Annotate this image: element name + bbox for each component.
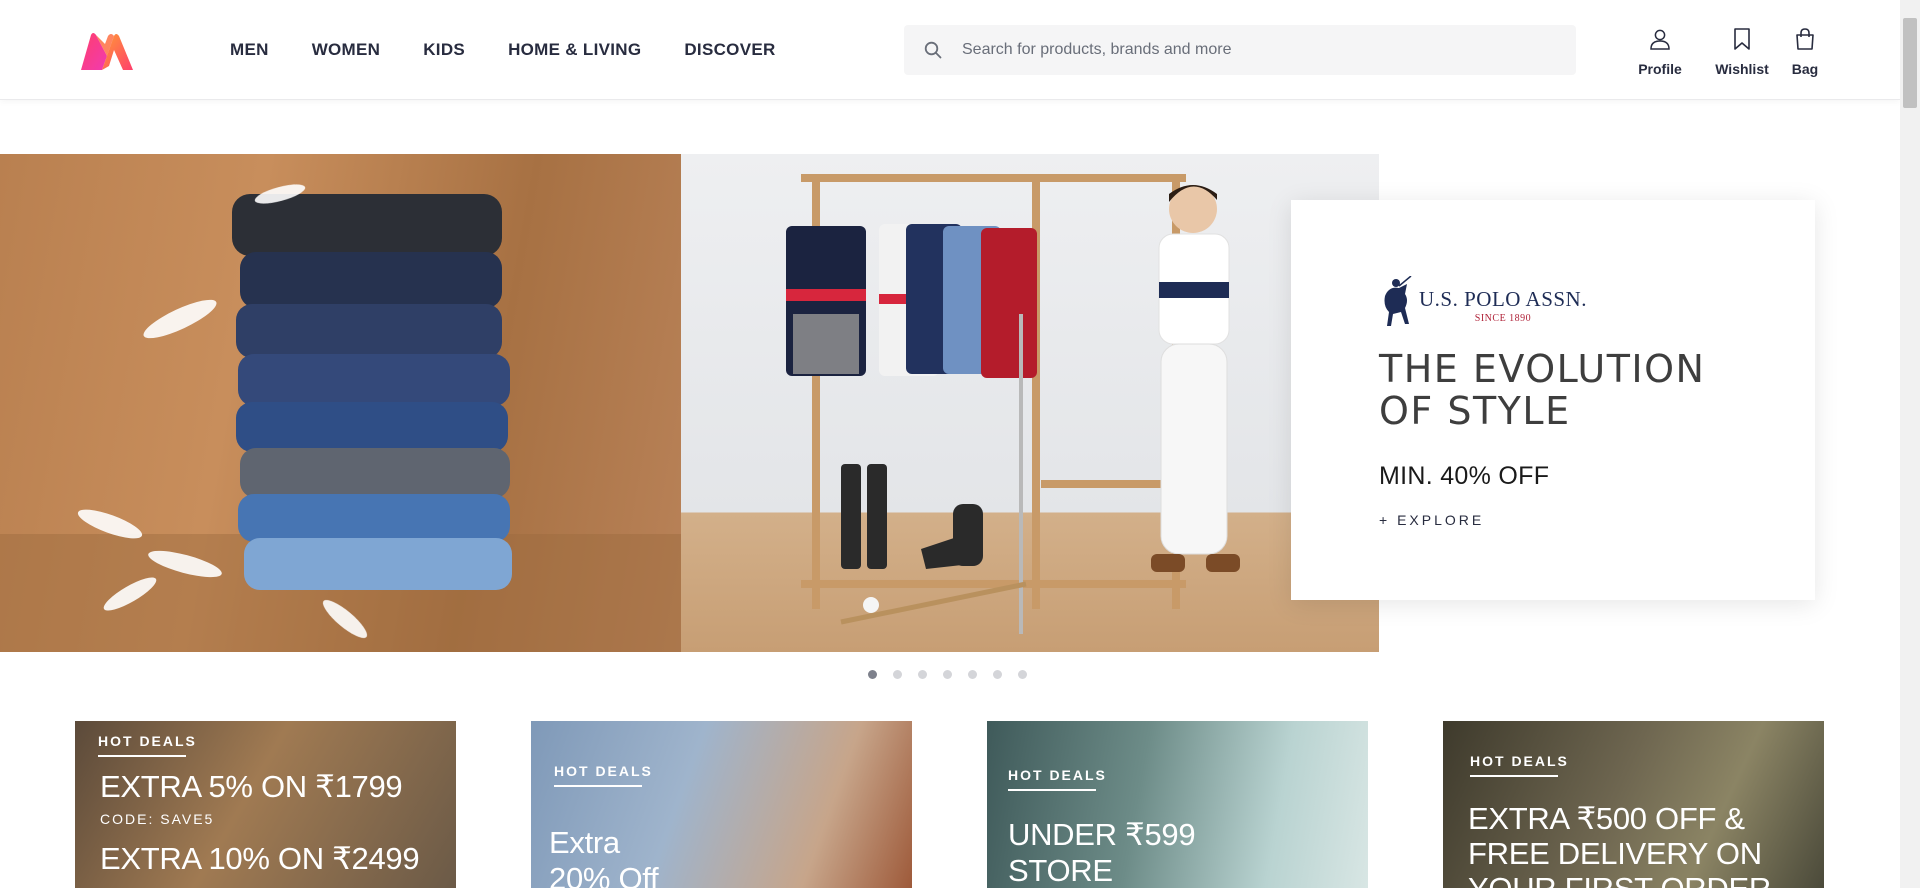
- user-icon: [1649, 28, 1671, 55]
- bag-icon: [1794, 28, 1816, 55]
- carousel-dot[interactable]: [993, 670, 1002, 679]
- scrollbar-thumb[interactable]: [1903, 18, 1917, 108]
- carousel-dot[interactable]: [918, 670, 927, 679]
- brand-lockup: U.S. POLO ASSN. SINCE 1890: [1379, 275, 1587, 335]
- carousel-dot[interactable]: [868, 670, 877, 679]
- model-rack-image: [681, 154, 1379, 652]
- carousel-dots: [868, 670, 1043, 679]
- nav-men[interactable]: MEN: [230, 40, 269, 60]
- deal-line: EXTRA ₹500 OFF &: [1468, 801, 1745, 836]
- wishlist-label: Wishlist: [1715, 61, 1769, 77]
- profile-label: Profile: [1638, 61, 1682, 77]
- header-actions: Profile Wishlist Bag: [1630, 28, 1825, 77]
- deal-card[interactable]: HOT DEALS Extra 20% Off: [531, 721, 912, 888]
- carousel-dot[interactable]: [968, 670, 977, 679]
- deal-line: UNDER ₹599: [1008, 817, 1196, 852]
- hero-banner[interactable]: U.S. POLO ASSN. SINCE 1890 THE EVOLUTION…: [0, 154, 1900, 652]
- deal-card[interactable]: HOT DEALS UNDER ₹599 STORE: [987, 721, 1368, 888]
- brand-name: U.S. POLO ASSN.: [1419, 287, 1587, 311]
- page-scrollbar[interactable]: [1900, 0, 1920, 888]
- bookmark-icon: [1733, 28, 1751, 55]
- brand-since: SINCE 1890: [1474, 313, 1532, 324]
- search-bar: [904, 25, 1576, 75]
- deal-tag: HOT DEALS: [1008, 767, 1107, 791]
- promo-offer: MIN. 40% OFF: [1379, 462, 1550, 490]
- promo-title-line2: OF STYLE: [1379, 389, 1571, 433]
- carousel-dot[interactable]: [893, 670, 902, 679]
- deal-line: YOUR FIRST ORDER: [1468, 871, 1771, 888]
- deal-line: Extra: [549, 825, 620, 860]
- deal-tag: HOT DEALS: [98, 733, 197, 757]
- hot-deals-row: HOT DEALS EXTRA 5% ON ₹1799 CODE: SAVE5 …: [75, 721, 1825, 888]
- search-icon[interactable]: [904, 25, 962, 75]
- deal-line: EXTRA 10% ON ₹2499: [100, 841, 420, 876]
- promo-title-line1: THE EVOLUTION: [1379, 347, 1706, 391]
- explore-link[interactable]: + EXPLORE: [1379, 512, 1484, 528]
- promo-title: THE EVOLUTION OF STYLE: [1379, 348, 1705, 432]
- deal-line: STORE: [1008, 853, 1113, 888]
- site-header: MEN WOMEN KIDS HOME & LIVING DISCOVER Pr…: [0, 0, 1900, 100]
- nav-home-living[interactable]: HOME & LIVING: [508, 40, 641, 60]
- brand-text: U.S. POLO ASSN. SINCE 1890: [1419, 287, 1587, 324]
- deal-line: EXTRA 5% ON ₹1799: [100, 769, 403, 804]
- myntra-logo-icon[interactable]: [78, 30, 136, 74]
- polo-horse-icon: [1379, 275, 1413, 335]
- jeans-stack-image: [0, 154, 681, 652]
- nav-discover[interactable]: DISCOVER: [684, 40, 775, 60]
- deal-card[interactable]: HOT DEALS EXTRA 5% ON ₹1799 CODE: SAVE5 …: [75, 721, 456, 888]
- wishlist-button[interactable]: Wishlist: [1709, 28, 1775, 77]
- deal-card[interactable]: HOT DEALS EXTRA ₹500 OFF & FREE DELIVERY…: [1443, 721, 1824, 888]
- deal-line: 20% Off: [549, 861, 659, 888]
- deal-tag: HOT DEALS: [1470, 753, 1569, 777]
- carousel-dot[interactable]: [1018, 670, 1027, 679]
- nav-women[interactable]: WOMEN: [312, 40, 381, 60]
- carousel-dot[interactable]: [943, 670, 952, 679]
- bag-label: Bag: [1791, 61, 1819, 77]
- search-input[interactable]: [962, 25, 1576, 75]
- deal-tag: HOT DEALS: [554, 763, 653, 787]
- deal-code: CODE: SAVE5: [100, 811, 215, 827]
- bag-button[interactable]: Bag: [1785, 28, 1825, 77]
- promo-card[interactable]: U.S. POLO ASSN. SINCE 1890 THE EVOLUTION…: [1291, 200, 1815, 600]
- profile-button[interactable]: Profile: [1630, 28, 1690, 77]
- deal-line: FREE DELIVERY ON: [1468, 836, 1762, 871]
- nav-kids[interactable]: KIDS: [423, 40, 465, 60]
- main-nav: MEN WOMEN KIDS HOME & LIVING DISCOVER: [230, 0, 819, 100]
